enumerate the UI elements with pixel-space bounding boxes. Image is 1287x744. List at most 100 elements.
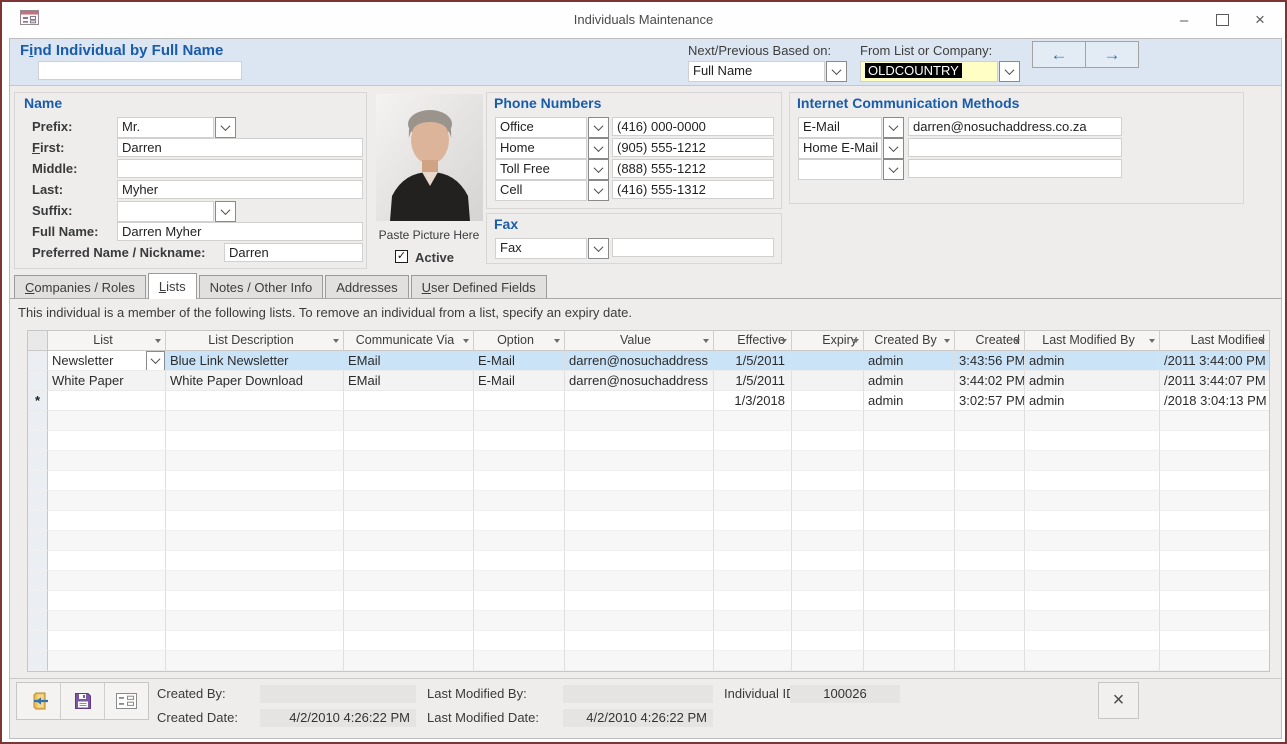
phone-type-combo[interactable]: Office [495, 117, 609, 138]
expiry-cell[interactable] [792, 391, 864, 411]
effective-cell[interactable]: 1/3/2018 [714, 391, 792, 411]
delete-record-button[interactable]: × [1098, 682, 1139, 719]
communicate-via-cell[interactable]: EMail [344, 371, 474, 391]
filter-dropdown-icon[interactable] [1259, 339, 1265, 343]
filter-dropdown-icon[interactable] [554, 339, 560, 343]
created-cell[interactable]: 3:44:02 PM [955, 371, 1025, 391]
row-selector[interactable] [28, 371, 48, 391]
created-by-cell[interactable]: admin [864, 391, 955, 411]
prefix-combo[interactable]: Mr. [117, 117, 236, 138]
created-cell[interactable]: 3:43:56 PM [955, 351, 1025, 371]
phone-number-field[interactable]: (905) 555-1212 [612, 138, 774, 157]
chevron-down-icon[interactable] [826, 61, 847, 82]
chevron-down-icon[interactable] [588, 117, 609, 138]
email-type-combo[interactable] [798, 159, 904, 180]
phone-type-combo[interactable]: Home [495, 138, 609, 159]
last-name-field[interactable]: Myher [117, 180, 363, 199]
full-name-field[interactable]: Darren Myher [117, 222, 363, 241]
last-modified-by-cell[interactable]: admin [1025, 391, 1160, 411]
created-by-cell[interactable]: admin [864, 351, 955, 371]
filter-dropdown-icon[interactable] [703, 339, 709, 343]
communicate-via-cell[interactable] [344, 391, 474, 411]
filter-dropdown-icon[interactable] [1149, 339, 1155, 343]
column-header-created-by[interactable]: Created By [864, 331, 955, 351]
filter-dropdown-icon[interactable] [1014, 339, 1020, 343]
chevron-down-icon[interactable] [215, 117, 236, 138]
column-header-effective[interactable]: Effective [714, 331, 792, 351]
exit-button[interactable] [17, 683, 60, 719]
last-modified-cell[interactable]: /2011 3:44:00 PM [1160, 351, 1269, 371]
preferred-name-field[interactable]: Darren [224, 243, 363, 262]
option-cell[interactable]: E-Mail [474, 351, 565, 371]
photo-frame[interactable] [376, 94, 483, 221]
middle-name-field[interactable] [117, 159, 363, 178]
email-address-field[interactable] [908, 159, 1122, 178]
email-type-combo[interactable]: E-Mail [798, 117, 904, 138]
filter-dropdown-icon[interactable] [155, 339, 161, 343]
filter-dropdown-icon[interactable] [853, 339, 859, 343]
filter-dropdown-icon[interactable] [333, 339, 339, 343]
active-checkbox[interactable]: ✓ [395, 250, 408, 263]
save-button[interactable] [60, 683, 104, 719]
column-header-option[interactable]: Option [474, 331, 565, 351]
last-modified-by-cell[interactable]: admin [1025, 351, 1160, 371]
email-type-combo[interactable]: Home E-Mail [798, 138, 904, 159]
chevron-down-icon[interactable] [588, 180, 609, 201]
effective-cell[interactable]: 1/5/2011 [714, 371, 792, 391]
effective-cell[interactable]: 1/5/2011 [714, 351, 792, 371]
row-selector[interactable] [28, 351, 48, 371]
phone-number-field[interactable]: (416) 000-0000 [612, 117, 774, 136]
phone-number-field[interactable]: (888) 555-1212 [612, 159, 774, 178]
tab-user-defined-fields[interactable]: User Defined Fields [411, 275, 547, 299]
filter-dropdown-icon[interactable] [944, 339, 950, 343]
column-header-last-modified-by[interactable]: Last Modified By [1025, 331, 1160, 351]
email-address-field[interactable]: darren@nosuchaddress.co.za [908, 117, 1122, 136]
option-cell[interactable] [474, 391, 565, 411]
previous-record-button[interactable]: ← [1033, 42, 1085, 67]
datasheet-view-button[interactable] [104, 683, 148, 719]
fax-number-field[interactable] [612, 238, 774, 257]
list-cell[interactable]: White Paper [48, 371, 166, 391]
list-description-cell[interactable] [166, 391, 344, 411]
list-cell[interactable] [48, 391, 166, 411]
tab-notes-other-info[interactable]: Notes / Other Info [199, 275, 324, 299]
phone-type-combo[interactable]: Cell [495, 180, 609, 201]
filter-dropdown-icon[interactable] [463, 339, 469, 343]
column-header-last-modified[interactable]: Last Modified [1160, 331, 1269, 351]
communicate-via-cell[interactable]: EMail [344, 351, 474, 371]
find-individual-input[interactable] [38, 61, 242, 80]
suffix-combo[interactable] [117, 201, 236, 222]
filter-dropdown-icon[interactable] [781, 339, 787, 343]
next-record-button[interactable]: → [1085, 42, 1138, 67]
maximize-button[interactable] [1211, 10, 1233, 30]
close-button[interactable]: × [1249, 10, 1271, 30]
column-header-list-description[interactable]: List Description [166, 331, 344, 351]
list-description-cell[interactable]: White Paper Download [166, 371, 344, 391]
chevron-down-icon[interactable] [999, 61, 1020, 82]
value-cell[interactable] [565, 391, 714, 411]
tab-addresses[interactable]: Addresses [325, 275, 408, 299]
column-header-list[interactable]: List [48, 331, 166, 351]
next-previous-combo[interactable]: Full Name [688, 61, 847, 82]
fax-type-combo[interactable]: Fax [495, 238, 609, 259]
list-description-cell[interactable]: Blue Link Newsletter [166, 351, 344, 371]
phone-number-field[interactable]: (416) 555-1312 [612, 180, 774, 199]
last-modified-cell[interactable]: /2011 3:44:07 PM [1160, 371, 1269, 391]
new-record-selector[interactable]: * [28, 391, 48, 411]
created-by-cell[interactable]: admin [864, 371, 955, 391]
chevron-down-icon[interactable] [883, 138, 904, 159]
tab-lists[interactable]: Lists [148, 273, 197, 299]
from-list-combo[interactable]: OLDCOUNTRY [860, 61, 1020, 82]
email-address-field[interactable] [908, 138, 1122, 157]
phone-type-combo[interactable]: Toll Free [495, 159, 609, 180]
chevron-down-icon[interactable] [588, 238, 609, 259]
minimize-button[interactable]: – [1173, 10, 1195, 30]
created-cell[interactable]: 3:02:57 PM [955, 391, 1025, 411]
chevron-down-icon[interactable] [883, 117, 904, 138]
chevron-down-icon[interactable] [588, 159, 609, 180]
list-cell[interactable]: Newsletter [48, 351, 166, 371]
column-header-value[interactable]: Value [565, 331, 714, 351]
chevron-down-icon[interactable] [883, 159, 904, 180]
last-modified-by-cell[interactable]: admin [1025, 371, 1160, 391]
column-header-created[interactable]: Created [955, 331, 1025, 351]
